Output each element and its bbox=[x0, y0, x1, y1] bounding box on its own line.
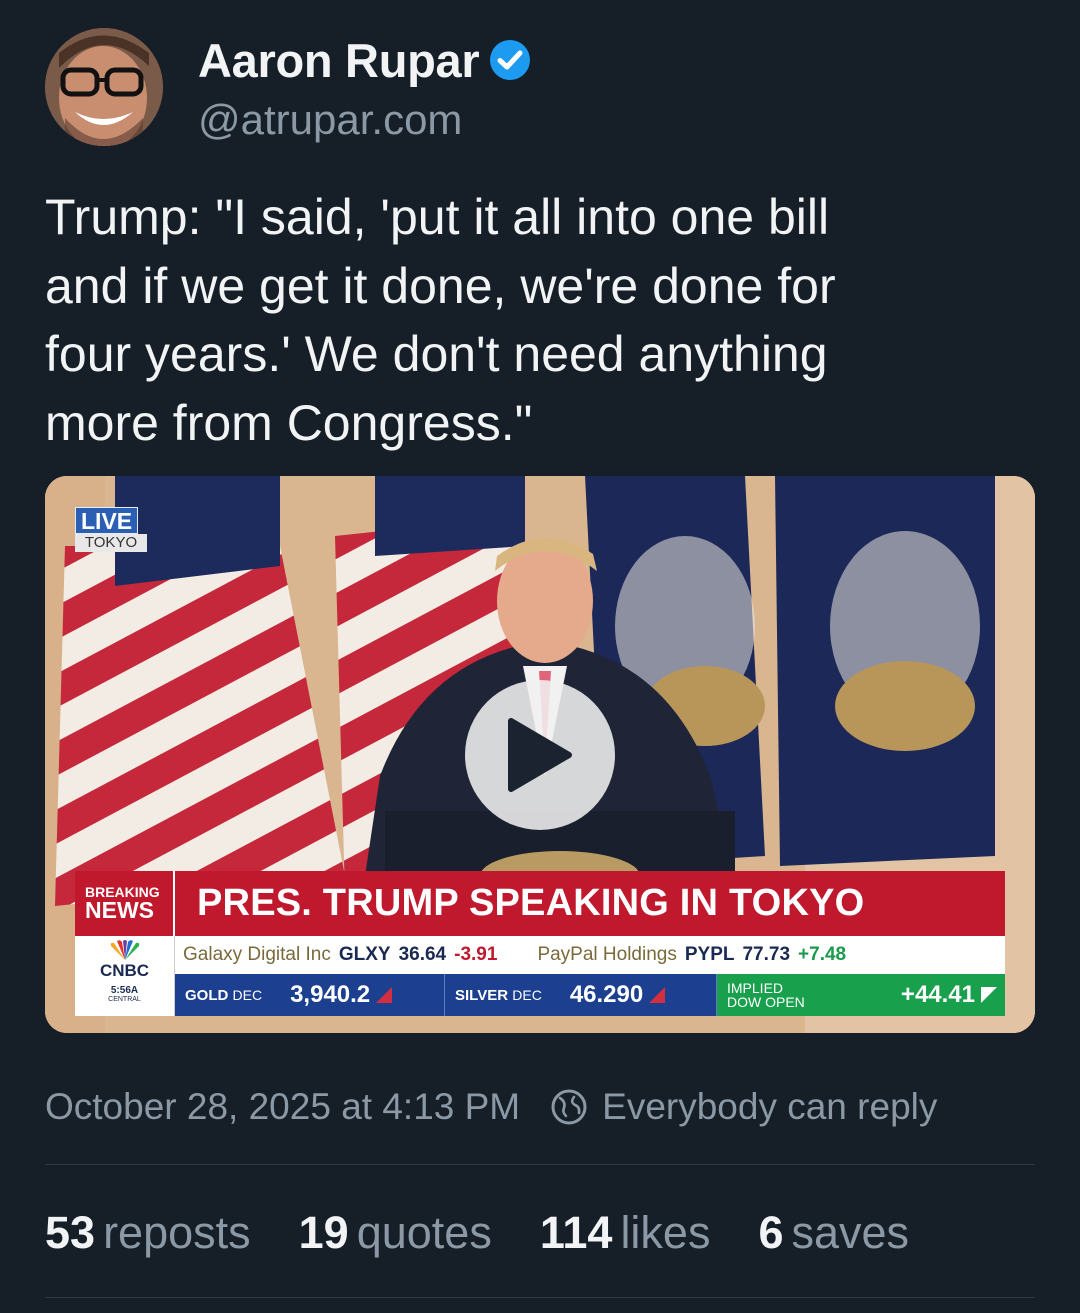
live-badge: LIVE bbox=[75, 507, 139, 534]
engagement-stats: 53 reposts 19 quotes 114 likes 6 saves bbox=[45, 1203, 957, 1263]
ticker-bottom-row: GOLD DEC 3,940.2 SILVER DEC 46.290 IMPLI… bbox=[175, 974, 1005, 1016]
author-handle[interactable]: @atrupar.com bbox=[198, 96, 462, 144]
post-timestamp[interactable]: October 28, 2025 at 4:13 PM bbox=[45, 1086, 520, 1128]
ticker-company-name: Galaxy Digital Inc bbox=[183, 944, 331, 965]
dow-cell: IMPLIED DOW OPEN +44.41 bbox=[717, 974, 1005, 1016]
breaking-news-bar: BREAKING NEWS PRES. TRUMP SPEAKING IN TO… bbox=[75, 871, 1005, 936]
ticker-price: 77.73 bbox=[742, 944, 791, 965]
post-meta: October 28, 2025 at 4:13 PM Everybody ca… bbox=[45, 1082, 937, 1132]
peacock-icon bbox=[110, 940, 139, 960]
silver-cell: SILVER DEC 46.290 bbox=[445, 974, 717, 1016]
cnbc-logo: CNBC 5:56A CENTRAL bbox=[75, 936, 175, 1016]
saves-stat[interactable]: 6 saves bbox=[758, 1207, 909, 1259]
gold-cell: GOLD DEC 3,940.2 bbox=[175, 974, 445, 1016]
live-location: TOKYO bbox=[75, 534, 147, 552]
globe-icon bbox=[551, 1089, 587, 1125]
video-player[interactable]: LIVE TOKYO BREAKING NEWS PRES. TRUMP SPE… bbox=[45, 476, 1035, 1033]
breaking-label: BREAKING NEWS bbox=[75, 871, 175, 936]
divider bbox=[45, 1164, 1035, 1165]
ticker-price: 36.64 bbox=[398, 944, 447, 965]
up-arrow-icon bbox=[981, 987, 997, 1003]
broadcast-time: 5:56A bbox=[110, 985, 139, 996]
reply-setting: Everybody can reply bbox=[602, 1086, 938, 1127]
divider bbox=[45, 1297, 1035, 1298]
play-icon bbox=[508, 718, 572, 792]
ticker-change: +7.48 bbox=[798, 944, 847, 965]
reposts-stat[interactable]: 53 reposts bbox=[45, 1207, 251, 1259]
ticker-symbol: PYPL bbox=[684, 944, 735, 965]
ticker-symbol: GLXY bbox=[338, 944, 391, 965]
ticker-company-name: PayPal Holdings bbox=[537, 944, 677, 965]
silver-value: 46.290 bbox=[569, 981, 644, 1008]
down-arrow-icon bbox=[649, 987, 666, 1003]
stock-ticker: CNBC 5:56A CENTRAL Galaxy Digital Inc GL… bbox=[75, 936, 1005, 1016]
quotes-stat[interactable]: 19 quotes bbox=[299, 1207, 492, 1259]
news-headline: PRES. TRUMP SPEAKING IN TOKYO bbox=[197, 882, 865, 924]
dow-value: +44.41 bbox=[901, 981, 997, 1009]
verified-badge-icon bbox=[490, 40, 531, 80]
dow-label: IMPLIED DOW OPEN bbox=[727, 980, 805, 1010]
ticker-top-row: Galaxy Digital Inc GLXY 36.64 -3.91 PayP… bbox=[175, 936, 1005, 974]
silver-label: SILVER DEC bbox=[455, 986, 542, 1004]
down-arrow-icon bbox=[376, 987, 393, 1003]
author-avatar[interactable] bbox=[45, 28, 163, 146]
ticker-change: -3.91 bbox=[454, 944, 498, 965]
likes-stat[interactable]: 114 likes bbox=[540, 1207, 711, 1259]
news-lower-third: BREAKING NEWS PRES. TRUMP SPEAKING IN TO… bbox=[75, 871, 1005, 1016]
post-text: Trump: "I said, 'put it all into one bil… bbox=[45, 189, 836, 451]
gold-value: 3,940.2 bbox=[290, 981, 371, 1008]
network-name: CNBC bbox=[99, 961, 150, 980]
gold-label: GOLD DEC bbox=[185, 986, 263, 1004]
broadcast-time-zone: CENTRAL bbox=[108, 996, 141, 1003]
breaking-label-line2: NEWS bbox=[85, 897, 154, 923]
play-button[interactable] bbox=[465, 680, 615, 830]
live-bug: LIVE TOKYO bbox=[75, 507, 147, 552]
author-name[interactable]: Aaron Rupar bbox=[198, 33, 480, 88]
